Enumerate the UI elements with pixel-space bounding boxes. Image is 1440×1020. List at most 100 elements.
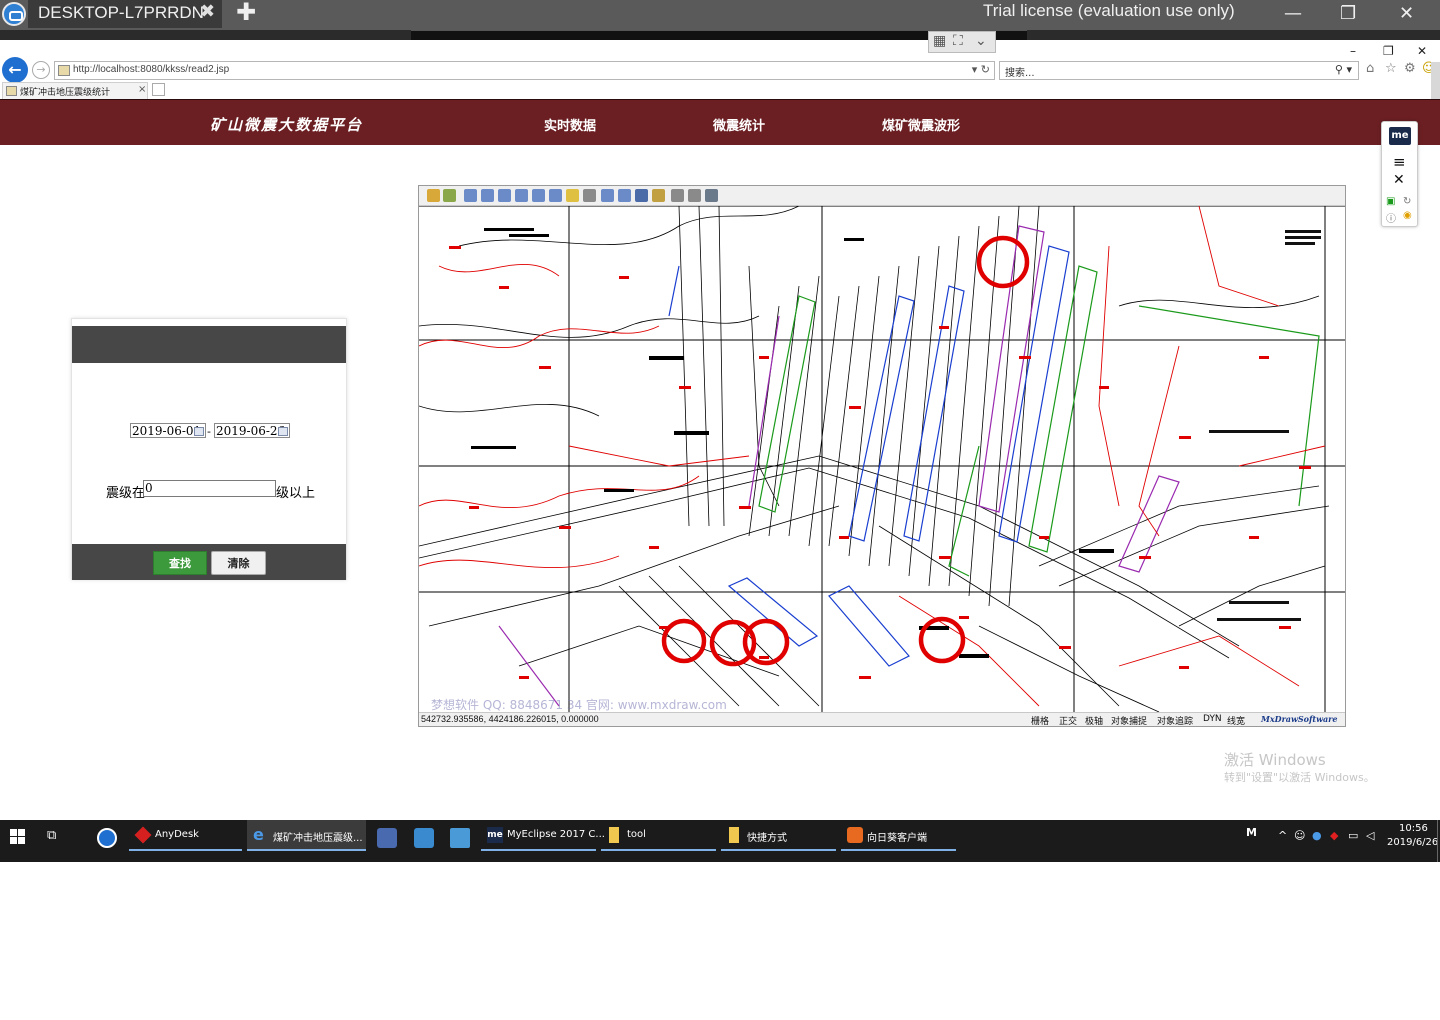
info-icon[interactable]: ⓘ bbox=[1386, 210, 1396, 225]
ie-close-button[interactable]: ✕ bbox=[1417, 44, 1427, 58]
zoom-previous-icon[interactable] bbox=[532, 189, 545, 202]
screen-icon[interactable]: ▣ bbox=[1386, 196, 1395, 207]
task-view-icon[interactable]: ⧉ bbox=[47, 828, 56, 843]
taskbar-anydesk[interactable]: AnyDesk bbox=[129, 820, 242, 851]
tray-app-icon[interactable]: ☺ bbox=[1294, 829, 1305, 842]
clock-time[interactable]: 10:56 bbox=[1399, 823, 1428, 834]
refresh-icon[interactable]: ▾ ↻ bbox=[972, 63, 990, 76]
search-input[interactable]: 搜索... bbox=[1005, 64, 1035, 79]
session-tab-label: DESKTOP-L7PRRDN bbox=[38, 3, 204, 22]
mode-ortho[interactable]: 正交 bbox=[1059, 714, 1077, 727]
start-date-field[interactable]: 2019-06-01 bbox=[130, 423, 206, 438]
pan-icon[interactable] bbox=[443, 189, 456, 202]
calendar-icon[interactable] bbox=[278, 427, 288, 436]
panel-footer: 查找 清除 bbox=[72, 544, 346, 580]
mode-grid[interactable]: 栅格 bbox=[1031, 714, 1049, 727]
anydesk-tray-icon[interactable]: ◆ bbox=[1330, 829, 1338, 842]
chevron-down-icon[interactable]: ⌄ bbox=[975, 33, 987, 49]
teamviewer-tray-icon[interactable]: ● bbox=[1312, 829, 1322, 842]
anydesk-icon bbox=[134, 826, 152, 844]
address-bar[interactable]: http://localhost:8080/kkss/read2.jsp ▾ ↻ bbox=[54, 61, 995, 80]
anydesk-mini-toolbar[interactable]: ▦ ⛶ ⌄ bbox=[928, 31, 996, 53]
taskbar-myeclipse[interactable]: me MyEclipse 2017 C... bbox=[481, 820, 605, 851]
new-tab-button[interactable] bbox=[152, 83, 165, 96]
close-icon[interactable]: ✖ bbox=[200, 1, 215, 22]
refresh-icon[interactable]: ↻ bbox=[1403, 196, 1411, 207]
ime-indicator[interactable]: M bbox=[1246, 826, 1257, 839]
ie-minimize-button[interactable]: – bbox=[1350, 44, 1356, 58]
network-app-icon[interactable] bbox=[377, 828, 397, 848]
light-icon[interactable] bbox=[566, 189, 579, 202]
settings-icon[interactable]: ⚙ bbox=[1404, 61, 1416, 76]
clear-button[interactable]: 清除 bbox=[211, 551, 266, 575]
mode-polar[interactable]: 极轴 bbox=[1085, 714, 1103, 727]
anydesk-logo-icon[interactable] bbox=[2, 2, 26, 26]
taskbar-ie[interactable]: e 煤矿冲击地压震级... bbox=[247, 820, 366, 851]
search-button[interactable]: 查找 bbox=[153, 551, 207, 575]
calendar-icon[interactable] bbox=[194, 427, 204, 436]
chevron-up-icon[interactable]: ^ bbox=[1278, 829, 1287, 842]
ie-restore-button[interactable]: ❐ bbox=[1383, 44, 1394, 58]
info-icon[interactable] bbox=[705, 189, 718, 202]
menu-icon[interactable]: ≡ bbox=[1393, 153, 1406, 171]
nav-microseismic-stats[interactable]: 微震统计 bbox=[713, 115, 765, 134]
minimize-button[interactable]: — bbox=[1284, 3, 1302, 24]
zoom-extents-icon[interactable] bbox=[515, 189, 528, 202]
search-box[interactable]: 搜索... ⚲ ▾ bbox=[999, 61, 1359, 80]
zoom-in-icon[interactable] bbox=[481, 189, 494, 202]
eye-icon[interactable]: ◉ bbox=[1403, 210, 1412, 221]
forward-button[interactable]: → bbox=[32, 61, 50, 79]
zoom-window-icon[interactable] bbox=[464, 189, 477, 202]
close-button[interactable]: ✕ bbox=[1399, 3, 1414, 24]
teamviewer-icon[interactable] bbox=[97, 828, 117, 848]
new-tab-icon[interactable]: ✚ bbox=[236, 0, 256, 26]
mode-otrack[interactable]: 对象追踪 bbox=[1157, 714, 1193, 727]
nav-realtime-data[interactable]: 实时数据 bbox=[544, 115, 596, 134]
select-icon[interactable] bbox=[618, 189, 631, 202]
site-title: 矿山微震大数据平台 bbox=[210, 116, 364, 134]
search-icon[interactable]: ⚲ ▾ bbox=[1335, 63, 1352, 76]
taskbar-sunflower[interactable]: 向日葵客户端 bbox=[841, 820, 956, 851]
end-date-field[interactable]: 2019-06-26 bbox=[214, 423, 290, 438]
anydesk-session-tab[interactable]: DESKTOP-L7PRRDN ✖ bbox=[28, 0, 222, 28]
zoom-realtime-icon[interactable] bbox=[549, 189, 562, 202]
grid-icon[interactable]: ▦ bbox=[933, 33, 946, 49]
taskbar-tool-folder[interactable]: tool bbox=[601, 820, 716, 851]
undo-icon[interactable] bbox=[671, 189, 684, 202]
taskbar-shortcut-folder[interactable]: 快捷方式 bbox=[721, 820, 836, 851]
open-file-icon[interactable] bbox=[427, 189, 440, 202]
print-icon[interactable] bbox=[688, 189, 701, 202]
crosshair-icon[interactable] bbox=[635, 189, 648, 202]
measure-icon[interactable] bbox=[601, 189, 614, 202]
maximize-button[interactable]: ❐ bbox=[1340, 3, 1356, 24]
myeclipse-icon[interactable]: me bbox=[1389, 127, 1411, 145]
fullscreen-icon[interactable]: ⛶ bbox=[953, 33, 963, 49]
back-button[interactable]: ← bbox=[2, 57, 28, 83]
tab-title: 煤矿冲击地压震级统计 bbox=[20, 88, 111, 98]
tab-close-icon[interactable]: × bbox=[138, 84, 146, 95]
mode-lineweight[interactable]: 线宽 bbox=[1227, 714, 1245, 727]
favorites-icon[interactable]: ☆ bbox=[1385, 61, 1397, 76]
pen-icon[interactable] bbox=[652, 189, 665, 202]
mode-osnap[interactable]: 对象捕捉 bbox=[1111, 714, 1147, 727]
zoom-out-icon[interactable] bbox=[498, 189, 511, 202]
layer-icon[interactable] bbox=[583, 189, 596, 202]
window-app-icon[interactable] bbox=[450, 828, 470, 848]
browser-tab[interactable]: 煤矿冲击地压震级统计 × bbox=[2, 82, 148, 99]
cad-drawing-canvas[interactable]: 梦想软件 QQ: 8848671 34 官网: www.mxdraw.com bbox=[419, 206, 1345, 712]
clock-date[interactable]: 2019/6/26 bbox=[1387, 837, 1438, 848]
monitor-app-icon[interactable] bbox=[414, 828, 434, 848]
cad-viewer[interactable]: 梦想软件 QQ: 8848671 34 官网: www.mxdraw.com 5… bbox=[418, 185, 1346, 727]
trial-license-notice: Trial license (evaluation use only) bbox=[983, 1, 1235, 20]
network-icon[interactable]: ▭ bbox=[1348, 829, 1358, 842]
mode-dyn[interactable]: DYN bbox=[1203, 714, 1222, 724]
home-icon[interactable]: ⌂ bbox=[1366, 61, 1374, 76]
nav-microseismic-waveform[interactable]: 煤矿微震波形 bbox=[882, 115, 960, 134]
address-url[interactable]: http://localhost:8080/kkss/read2.jsp bbox=[73, 64, 229, 75]
volume-icon[interactable]: ◁ bbox=[1366, 829, 1374, 842]
start-windows-icon[interactable] bbox=[10, 829, 26, 845]
tools-icon[interactable]: ✕ bbox=[1393, 172, 1405, 188]
taskbar-label: tool bbox=[627, 829, 646, 840]
windows-taskbar: ⧉ AnyDesk e 煤矿冲击地压震级... me MyEclipse 201… bbox=[0, 820, 1440, 862]
magnitude-input[interactable]: 0 bbox=[143, 480, 276, 497]
